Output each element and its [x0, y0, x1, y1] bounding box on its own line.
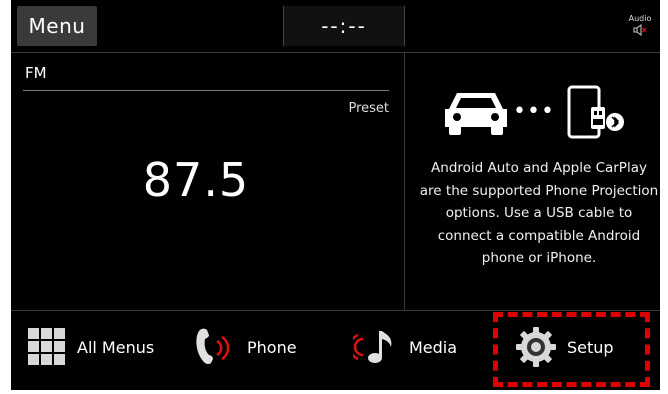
grid-icon [28, 328, 65, 365]
audio-mute-icon [633, 24, 647, 36]
car-icon [445, 93, 507, 135]
nav-all-menus-label: All Menus [77, 337, 155, 357]
nav-all-menus-button[interactable]: All Menus [27, 312, 154, 382]
bottom-divider [11, 310, 660, 311]
phone-icon [196, 328, 230, 365]
nav-phone-button[interactable]: Phone [191, 312, 297, 382]
clock-display: --:-- [283, 6, 405, 46]
band-label: FM [25, 64, 47, 82]
audio-label: Audio [628, 14, 652, 23]
frequency-display: 87.5 [142, 153, 250, 207]
phone-projection-info-panel: ••• Android Auto and Apple CarPlay are t… [405, 53, 660, 310]
connection-dots: ••• [513, 99, 555, 124]
menu-button[interactable]: Menu [17, 6, 97, 46]
audio-status: Audio [624, 14, 656, 40]
nav-phone-label: Phone [247, 337, 297, 357]
setup-highlight-box [493, 312, 650, 387]
nav-media-button[interactable]: Media [353, 312, 457, 382]
radio-panel[interactable]: FM Preset 87.5 [11, 53, 403, 310]
music-note-icon [353, 331, 392, 363]
phone-projection-info-text: Android Auto and Apple CarPlay are the s… [419, 160, 659, 266]
nav-media-label: Media [409, 337, 458, 357]
preset-label[interactable]: Preset [348, 101, 389, 116]
band-divider [23, 90, 389, 91]
phone-usb-bluetooth-icon [567, 85, 624, 139]
